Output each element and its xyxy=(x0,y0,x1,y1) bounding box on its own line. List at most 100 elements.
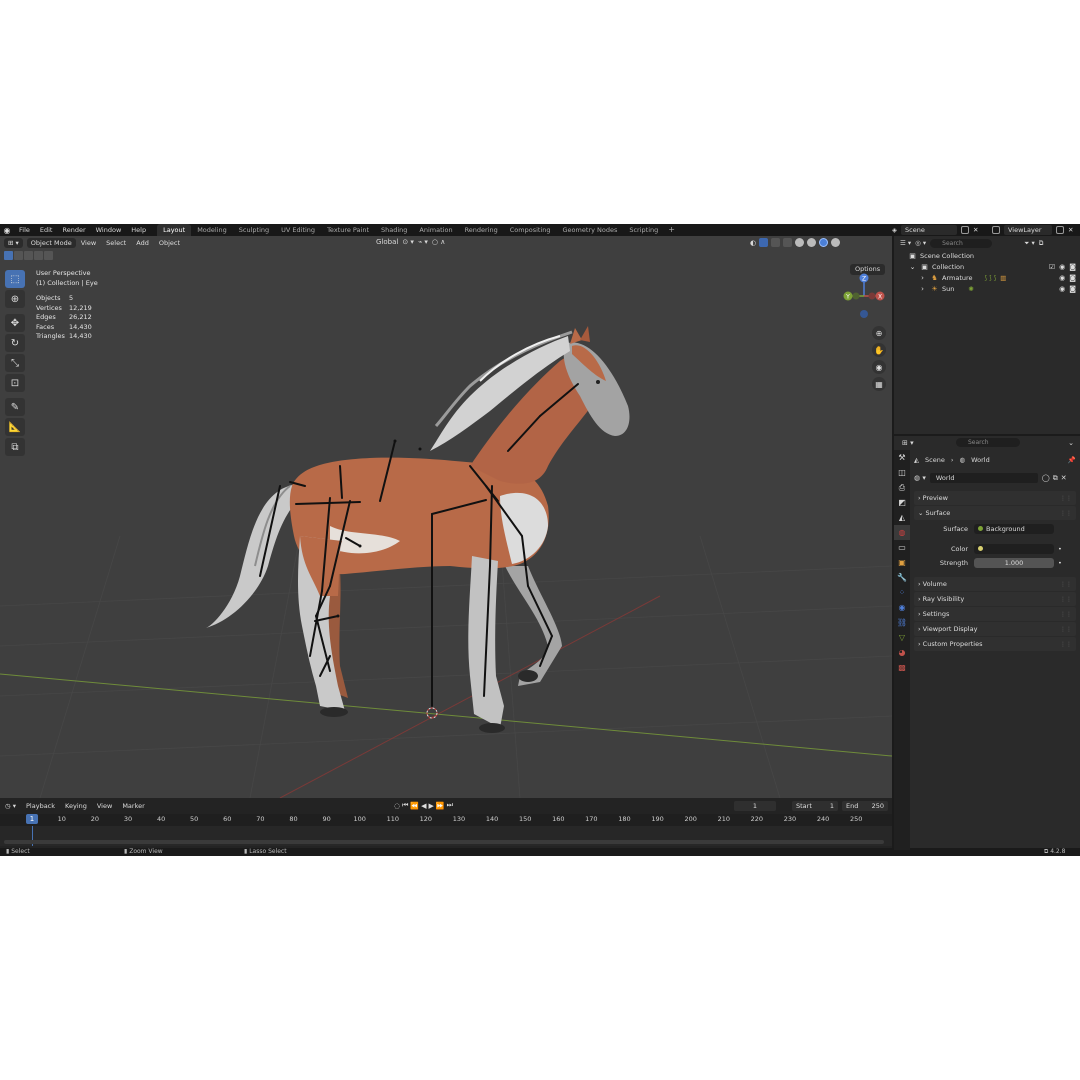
timeline-editor[interactable]: ◷ ▾ Playback Keying View Marker ◌ ⏮ ⏪ ◀ … xyxy=(0,798,892,848)
xray-toggle-icon[interactable] xyxy=(783,238,793,247)
jump-start-icon[interactable]: ⏮ xyxy=(402,801,408,810)
unlink-world-icon[interactable]: ✕ xyxy=(1061,474,1067,482)
timeline-track[interactable] xyxy=(0,826,892,846)
move-tool-icon[interactable]: ✥ xyxy=(5,314,25,332)
tool-tab-icon[interactable]: ⚒ xyxy=(894,450,910,465)
strength-field[interactable]: 1.000 xyxy=(974,558,1054,568)
add-cube-tool-icon[interactable]: ⧉ xyxy=(5,438,25,456)
drag-handle-icon[interactable]: ⋮⋮ xyxy=(1060,596,1072,603)
properties-panel[interactable]: ⊞ ▾ Search ⌄ ⚒ ◫ ⎙ ◩ ◭ ◍ ▭ ▣ 🔧 ⁘ ◉ ⛓ ▽ ◕… xyxy=(892,434,1080,850)
expand-chevron-icon[interactable]: › xyxy=(918,284,927,293)
scene-tab-icon[interactable]: ◭ xyxy=(894,510,910,525)
pose-icon[interactable]: ▥ xyxy=(1000,274,1006,282)
light-data-icon[interactable]: ✺ xyxy=(968,285,973,293)
options-chevron-icon[interactable]: ⌄ xyxy=(1068,439,1074,447)
exclude-checkbox[interactable]: ☑ xyxy=(1049,263,1055,271)
drag-handle-icon[interactable]: ⋮⋮ xyxy=(1060,581,1072,588)
menu-help[interactable]: Help xyxy=(126,224,151,236)
editor-type-dropdown[interactable]: ⊞ ▾ xyxy=(4,238,23,248)
prev-keyframe-icon[interactable]: ⏪ xyxy=(410,802,419,810)
current-frame-marker[interactable]: 1 xyxy=(26,814,38,824)
next-keyframe-icon[interactable]: ⏩ xyxy=(436,802,445,810)
menu-view[interactable]: View xyxy=(76,239,101,247)
modifier-tab-icon[interactable]: 🔧 xyxy=(894,570,910,585)
object-data-tab-icon[interactable]: ▽ xyxy=(894,630,910,645)
mode-dropdown[interactable]: Object Mode xyxy=(26,238,76,248)
cursor-tool-icon[interactable]: ⊕ xyxy=(5,290,25,308)
timeline-editor-type-icon[interactable]: ◷ ▾ xyxy=(0,802,21,810)
tab-rendering[interactable]: Rendering xyxy=(459,224,504,236)
tab-layout[interactable]: Layout xyxy=(157,224,192,236)
pin-icon[interactable]: 📌 xyxy=(1068,456,1076,464)
constraints-tab-icon[interactable]: ⛓ xyxy=(894,615,910,630)
rendered-shading-icon[interactable] xyxy=(831,238,841,247)
drag-handle-icon[interactable]: ⋮⋮ xyxy=(1060,611,1072,618)
expand-chevron-icon[interactable]: ⌄ xyxy=(908,262,917,271)
transform-tool-icon[interactable]: ⊡ xyxy=(5,374,25,392)
annotate-tool-icon[interactable]: ✎ xyxy=(5,398,25,416)
outliner-item-armature[interactable]: › ♞ Armature ⟆ ⟆ ⟆ ▥ ◉ ◙ xyxy=(894,272,1080,283)
outliner-panel[interactable]: ☰ ▾ ◎ ▾ Search ⏷ ▾ ⧉ ▣ Scene Collection … xyxy=(892,236,1080,434)
material-tab-icon[interactable]: ◕ xyxy=(894,645,910,660)
menu-playback[interactable]: Playback xyxy=(21,802,60,810)
rotate-tool-icon[interactable]: ↻ xyxy=(5,334,25,352)
menu-render[interactable]: Render xyxy=(57,224,90,236)
tab-compositing[interactable]: Compositing xyxy=(504,224,557,236)
display-mode-icon[interactable]: ◎ ▾ xyxy=(915,239,926,247)
tab-geometry-nodes[interactable]: Geometry Nodes xyxy=(557,224,624,236)
select-extend-icon[interactable] xyxy=(14,251,23,260)
outliner-search-input[interactable]: Search xyxy=(930,238,993,248)
visibility-icon[interactable]: ◐ xyxy=(750,239,756,247)
gizmo-toggle-icon[interactable] xyxy=(759,238,769,247)
menu-object[interactable]: Object xyxy=(154,239,185,247)
zoom-icon[interactable]: ⊕ xyxy=(872,326,886,340)
menu-edit[interactable]: Edit xyxy=(35,224,58,236)
drag-handle-icon[interactable]: ⋮⋮ xyxy=(1060,510,1072,517)
camera-icon[interactable]: ◙ xyxy=(1069,274,1076,282)
menu-marker[interactable]: Marker xyxy=(117,802,149,810)
fake-user-icon[interactable]: ◯ xyxy=(1042,474,1050,482)
proportional-editing-icon[interactable]: ○ ∧ xyxy=(432,238,445,246)
eye-icon[interactable]: ◉ xyxy=(1059,285,1065,293)
viewport-scene[interactable] xyxy=(0,236,892,798)
record-icon[interactable]: ◌ xyxy=(394,802,400,810)
play-reverse-icon[interactable]: ◀ xyxy=(421,802,426,810)
remove-scene-icon[interactable]: ✕ xyxy=(973,226,978,234)
outliner-item-sun[interactable]: › ☀ Sun ✺ ◉ ◙ xyxy=(894,283,1080,294)
surface-shader-field[interactable]: Background xyxy=(974,524,1054,534)
scene-selector[interactable]: ◈ Scene ✕ xyxy=(892,224,978,236)
select-invert-icon[interactable] xyxy=(34,251,43,260)
blender-logo-icon[interactable]: ◉ xyxy=(0,224,14,236)
tab-texture-paint[interactable]: Texture Paint xyxy=(321,224,375,236)
texture-tab-icon[interactable]: ▩ xyxy=(894,660,910,675)
end-frame-field[interactable]: End 250 xyxy=(842,801,888,811)
scene-collection-row[interactable]: ▣ Scene Collection xyxy=(894,250,1080,261)
frame-ruler[interactable]: 1 10 20 30 40 50 60 70 80 90 100 110 120 130 140 150 16… xyxy=(0,814,892,826)
snap-icon[interactable]: ⌁ ▾ xyxy=(418,238,428,246)
output-tab-icon[interactable]: ⎙ xyxy=(894,480,910,495)
scale-tool-icon[interactable]: ⤡ xyxy=(5,354,25,372)
perspective-toggle-icon[interactable]: ▦ xyxy=(872,377,886,391)
overlay-toggle-icon[interactable] xyxy=(771,238,781,247)
menu-file[interactable]: File xyxy=(14,224,35,236)
select-intersect-icon[interactable] xyxy=(44,251,53,260)
drag-handle-icon[interactable]: ⋮⋮ xyxy=(1060,495,1072,502)
filter-icon[interactable]: ⏷ ▾ xyxy=(1024,239,1035,248)
navigation-gizmo[interactable]: Z Y X xyxy=(840,270,890,326)
wireframe-shading-icon[interactable] xyxy=(795,238,805,247)
camera-view-icon[interactable]: ◉ xyxy=(872,360,886,374)
expand-chevron-icon[interactable]: › xyxy=(918,273,927,282)
menu-timeline-view[interactable]: View xyxy=(92,802,117,810)
collection-tab-icon[interactable]: ▭ xyxy=(894,540,910,555)
pivot-point-icon[interactable]: ⊙ ▾ xyxy=(402,238,414,246)
collection-row[interactable]: ⌄ ▣ Collection ☑ ◉ ◙ xyxy=(894,261,1080,272)
drag-handle-icon[interactable]: ⋮⋮ xyxy=(1060,641,1072,648)
camera-icon[interactable]: ◙ xyxy=(1069,263,1076,271)
world-browse-icon[interactable]: ◍ ▾ xyxy=(914,474,926,482)
armature-data-icons[interactable]: ⟆ ⟆ ⟆ xyxy=(985,274,997,282)
tab-shading[interactable]: Shading xyxy=(375,224,413,236)
panel-volume[interactable]: › Volume ⋮⋮ xyxy=(914,577,1076,591)
remove-view-layer-icon[interactable]: ✕ xyxy=(1068,226,1073,234)
particles-tab-icon[interactable]: ⁘ xyxy=(894,585,910,600)
properties-editor-type-icon[interactable]: ⊞ ▾ xyxy=(902,439,914,447)
